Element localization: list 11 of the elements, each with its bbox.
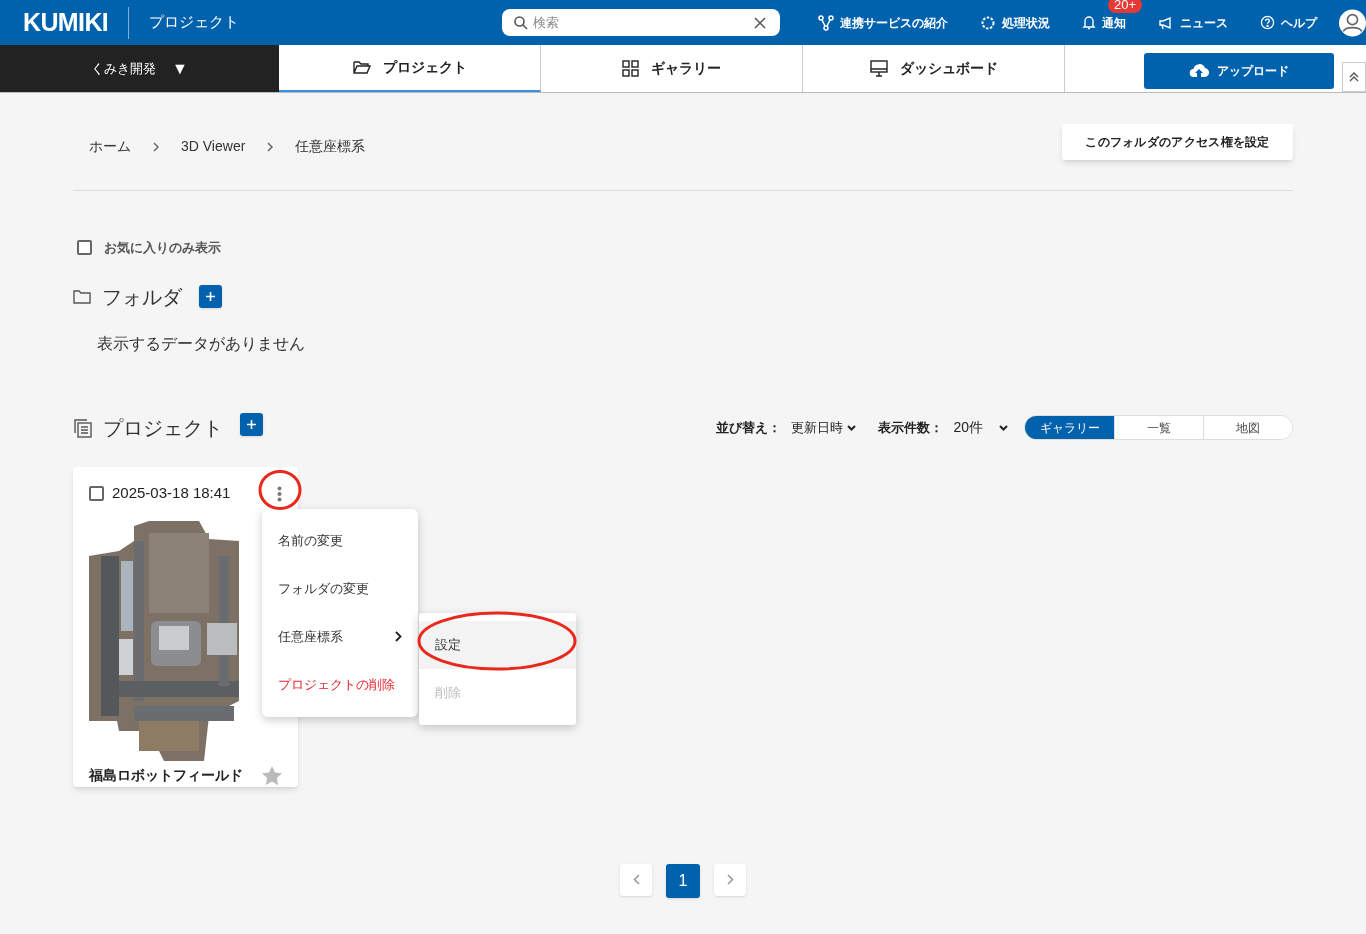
notification-badge: 20+ [1108,0,1143,13]
checkbox-label: お気に入りのみ表示 [104,239,221,257]
section-title: プロジェクト [103,415,223,441]
card-title: 福島ロボットフィールド [89,765,243,785]
logo: KUMIKI [23,6,109,38]
empty-message: 表示するデータがありません [97,333,306,354]
sort-label: 並び替え： [716,418,782,437]
page-size-label: 表示件数： [878,418,944,437]
page-title: プロジェクト [149,12,239,33]
section-title: フォルダ [102,284,182,310]
card-date: 2025-03-18 18:41 [112,483,231,504]
